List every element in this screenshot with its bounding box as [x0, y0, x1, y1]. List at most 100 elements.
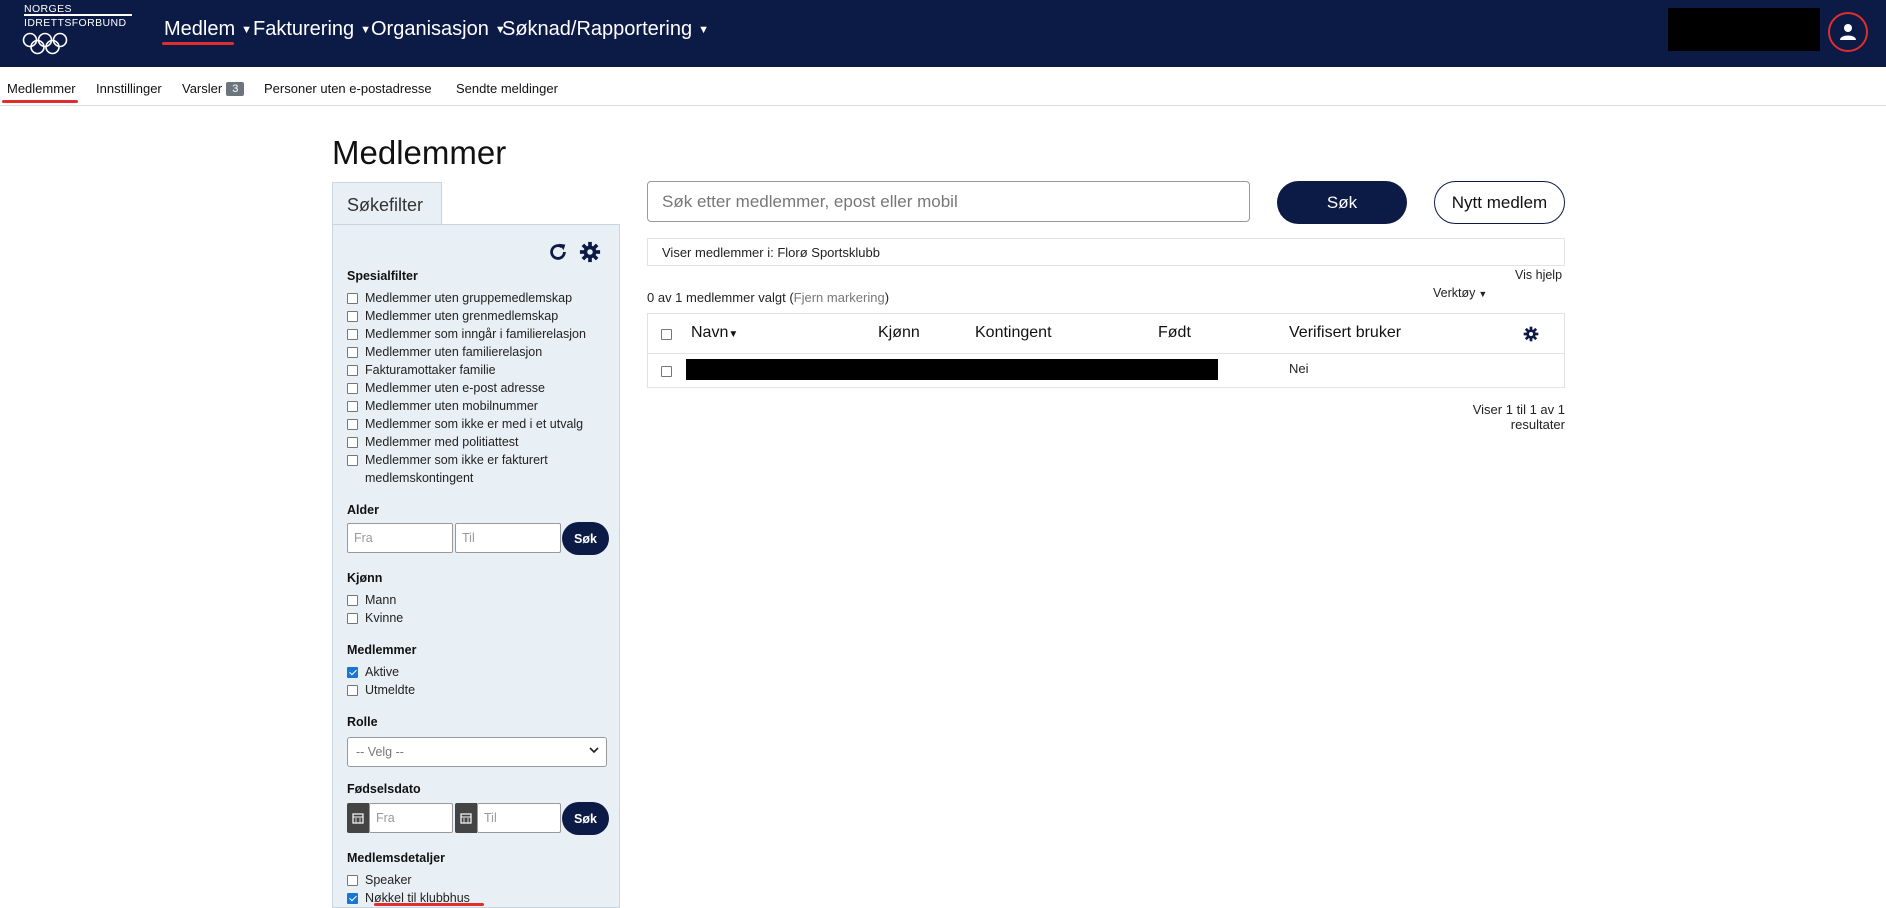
spesialfilter-option[interactable]: Medlemmer som ikke er fakturert medlemsk…: [347, 451, 577, 487]
checkbox[interactable]: [347, 419, 358, 430]
option-label: Medlemmer med politiattest: [365, 435, 519, 449]
medlemmer-label: Medlemmer: [347, 643, 417, 657]
checkbox[interactable]: [347, 383, 358, 394]
option-label: Medlemmer som ikke er fakturert medlemsk…: [365, 453, 548, 485]
checkbox[interactable]: [347, 311, 358, 322]
column-header-navn[interactable]: Navn▼: [691, 324, 738, 342]
checkbox[interactable]: [347, 595, 358, 606]
highlight-underline: [374, 903, 484, 906]
caret-down-icon: ▼: [360, 24, 372, 36]
fodselsdato-label: Fødselsdato: [347, 782, 421, 796]
spesialfilter-option[interactable]: Medlemmer uten gruppemedlemskap: [347, 289, 612, 307]
nav-fakturering[interactable]: Fakturering ▼: [253, 18, 371, 41]
alder-fra-input[interactable]: Fra: [347, 523, 453, 553]
tools-label: Verktøy: [1433, 286, 1476, 300]
select-all-checkbox[interactable]: [661, 329, 672, 340]
fodselsdato-search-button[interactable]: Søk: [562, 802, 609, 835]
option-label: Medlemmer som inngår i familierelasjon: [365, 327, 586, 341]
verified-cell: Nei: [1289, 361, 1309, 376]
user-menu-button[interactable]: [1828, 12, 1868, 52]
page-title: Medlemmer: [332, 134, 507, 171]
redacted-member-data[interactable]: [686, 359, 1218, 380]
organization-scope-box: Viser medlemmer i: Florø Sportsklubb: [647, 238, 1565, 266]
option-label: Medlemmer uten gruppemedlemskap: [365, 291, 573, 305]
kjonn-label: Kjønn: [347, 571, 383, 585]
subnav-innstillinger[interactable]: Innstillinger: [96, 81, 162, 96]
medlemsdetaljer-option[interactable]: Speaker: [347, 871, 612, 889]
selection-suffix: ): [884, 290, 890, 305]
nif-logo[interactable]: NORGES IDRETTSFORBUND: [22, 4, 134, 62]
caret-down-icon: ▼: [241, 24, 253, 36]
logo-text-line1: NORGES: [24, 3, 72, 15]
kjonn-option[interactable]: Mann: [347, 591, 612, 609]
subnav-medlemmer[interactable]: Medlemmer: [7, 81, 76, 96]
member-search-input[interactable]: Søk etter medlemmer, epost eller mobil: [647, 181, 1250, 222]
nav-organisasjon-label: Organisasjon: [371, 18, 489, 40]
column-header-kjonn[interactable]: Kjønn: [878, 324, 920, 342]
nav-medlem[interactable]: Medlem ▼: [164, 18, 252, 41]
nav-organisasjon[interactable]: Organisasjon ▼: [371, 18, 506, 41]
spesialfilter-option[interactable]: Fakturamottaker familie: [347, 361, 612, 379]
column-header-fodt[interactable]: Født: [1158, 324, 1191, 342]
spesialfilter-option[interactable]: Medlemmer uten e-post adresse: [347, 379, 612, 397]
spesialfilter-label: Spesialfilter: [347, 269, 418, 283]
refresh-icon[interactable]: [547, 241, 569, 263]
option-label: Kvinne: [365, 611, 404, 625]
caret-down-icon: ▼: [698, 24, 709, 36]
option-label: Medlemmer som ikke er med i et utvalg: [365, 417, 584, 431]
spesialfilter-option[interactable]: Medlemmer uten mobilnummer: [347, 397, 612, 415]
tools-dropdown[interactable]: Verktøy ▼: [1433, 286, 1487, 300]
option-label: Mann: [365, 593, 397, 607]
rolle-select[interactable]: -- Velg --: [347, 737, 607, 767]
help-link[interactable]: Vis hjelp: [1515, 268, 1562, 282]
checkbox[interactable]: [347, 329, 358, 340]
checkbox[interactable]: [347, 875, 358, 886]
checkbox[interactable]: [347, 347, 358, 358]
new-member-button[interactable]: Nytt medlem: [1434, 181, 1565, 224]
column-settings-gear-icon[interactable]: [1523, 326, 1539, 342]
spesialfilter-option[interactable]: Medlemmer uten familierelasjon: [347, 343, 612, 361]
search-button[interactable]: Søk: [1277, 181, 1407, 224]
subnav-personer-uten-epost[interactable]: Personer uten e-postadresse: [264, 81, 432, 96]
checkbox[interactable]: [347, 293, 358, 304]
checkbox[interactable]: [347, 365, 358, 376]
filter-tab[interactable]: Søkefilter: [332, 182, 442, 225]
gear-icon[interactable]: [579, 241, 601, 263]
calendar-icon: [460, 813, 472, 824]
alder-search-button[interactable]: Søk: [562, 522, 609, 555]
checkbox-checked[interactable]: [347, 893, 358, 904]
medlemmer-option[interactable]: Utmeldte: [347, 681, 612, 699]
fodselsdato-fra-input[interactable]: Fra: [369, 803, 453, 833]
fodselsdato-til-input[interactable]: Til: [477, 803, 561, 833]
checkbox-checked[interactable]: [347, 667, 358, 678]
results-summary: Viser 1 til 1 av 1 resultater: [1472, 402, 1565, 432]
subnav-sendte-meldinger[interactable]: Sendte meldinger: [456, 81, 558, 96]
calendar-fra-button[interactable]: [347, 803, 369, 833]
column-header-label: Navn: [691, 324, 729, 341]
option-label: Speaker: [365, 873, 412, 887]
medlemsdetaljer-label: Medlemsdetaljer: [347, 851, 445, 865]
checkbox[interactable]: [347, 685, 358, 696]
column-header-kontingent[interactable]: Kontingent: [975, 324, 1052, 342]
selection-count-text: 0 av 1 medlemmer valgt (: [647, 290, 794, 305]
row-checkbox[interactable]: [661, 366, 672, 377]
option-label: Medlemmer uten grenmedlemskap: [365, 309, 559, 323]
checkbox[interactable]: [347, 401, 358, 412]
calendar-til-button[interactable]: [455, 803, 477, 833]
checkbox[interactable]: [347, 455, 358, 466]
alder-til-input[interactable]: Til: [455, 523, 561, 553]
subnav-varsler[interactable]: Varsler 3: [182, 81, 245, 96]
spesialfilter-option[interactable]: Medlemmer med politiattest: [347, 433, 612, 451]
checkbox[interactable]: [347, 613, 358, 624]
nav-soknad-rapportering[interactable]: Søknad/Rapportering ▼: [502, 18, 709, 41]
nav-medlem-label: Medlem: [164, 18, 236, 40]
medlemmer-option[interactable]: Aktive: [347, 663, 612, 681]
spesialfilter-option[interactable]: Medlemmer uten grenmedlemskap: [347, 307, 612, 325]
spesialfilter-option[interactable]: Medlemmer som inngår i familierelasjon: [347, 325, 612, 343]
user-name-redacted[interactable]: [1668, 8, 1820, 51]
clear-selection-link[interactable]: Fjern markering: [794, 290, 885, 305]
kjonn-option[interactable]: Kvinne: [347, 609, 612, 627]
column-header-verifisert[interactable]: Verifisert bruker: [1289, 324, 1401, 342]
spesialfilter-option[interactable]: Medlemmer som ikke er med i et utvalg: [347, 415, 612, 433]
checkbox[interactable]: [347, 437, 358, 448]
